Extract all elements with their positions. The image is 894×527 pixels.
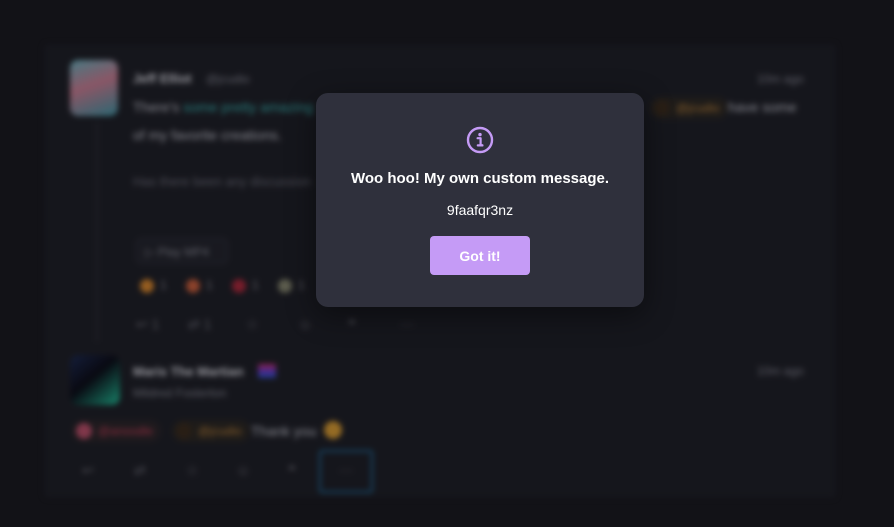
dialog-code: 9faafqr3nz (446, 202, 514, 218)
alert-dialog: Woo hoo! My own custom message. 9faafqr3… (316, 93, 644, 307)
dialog-title: Woo hoo! My own custom message. (350, 170, 610, 187)
info-circle-icon (466, 126, 494, 154)
got-it-button[interactable]: Got it! (430, 236, 530, 275)
